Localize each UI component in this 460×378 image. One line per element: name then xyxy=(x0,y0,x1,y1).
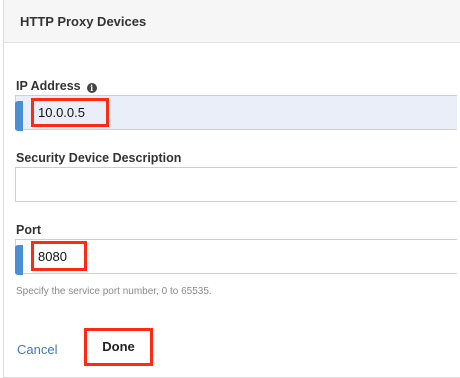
port-value: 8080 xyxy=(38,249,67,264)
done-button[interactable]: Done xyxy=(84,328,153,366)
security-description-label: Security Device Description xyxy=(16,151,182,165)
ip-address-value: 10.0.0.5 xyxy=(38,105,85,120)
required-indicator xyxy=(15,101,23,131)
security-description-input[interactable] xyxy=(15,167,457,202)
port-label: Port xyxy=(16,223,41,237)
panel-header: HTTP Proxy Devices xyxy=(4,0,460,43)
port-input[interactable]: 8080 xyxy=(15,239,457,275)
ip-address-label: IP Address i xyxy=(16,79,97,93)
panel-title: HTTP Proxy Devices xyxy=(20,14,147,29)
ip-address-input[interactable]: 10.0.0.5 xyxy=(15,95,457,131)
required-indicator xyxy=(15,245,23,275)
cancel-button[interactable]: Cancel xyxy=(17,342,57,357)
port-help-text: Specify the service port number, 0 to 65… xyxy=(16,286,212,297)
ip-address-label-text: IP Address xyxy=(16,79,81,93)
info-icon[interactable]: i xyxy=(86,83,97,93)
